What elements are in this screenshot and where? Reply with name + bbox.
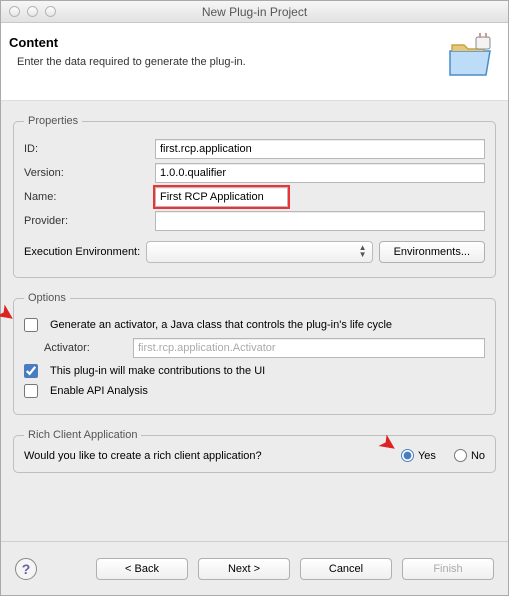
rca-yes-option[interactable]: Yes [401,449,436,462]
window-title: New Plug-in Project [1,5,508,19]
version-field[interactable] [155,163,485,183]
exec-env-select[interactable] [146,241,372,263]
properties-legend: Properties [24,115,82,127]
api-analysis-checkbox[interactable] [24,384,38,398]
name-field[interactable] [155,187,288,207]
exec-env-label: Execution Environment: [24,246,140,258]
id-field[interactable] [155,139,485,159]
rca-no-option[interactable]: No [454,449,485,462]
rca-question: Would you like to create a rich client a… [24,450,262,462]
options-legend: Options [24,292,70,304]
wizard-window: New Plug-in Project Content Enter the da… [0,0,509,596]
help-button[interactable]: ? [15,558,37,580]
properties-group: Properties ID: Version: Name: Provider: [13,115,496,278]
activator-label: Activator: [24,342,127,354]
id-label: ID: [24,143,149,155]
rca-no-label: No [471,450,485,462]
rca-yes-radio[interactable] [401,449,414,462]
name-label: Name: [24,191,149,203]
rca-group: Rich Client Application Would you like t… [13,429,496,473]
page-subtitle: Enter the data required to generate the … [17,56,246,68]
ui-contrib-label: This plug-in will make contributions to … [50,365,265,377]
rca-legend: Rich Client Application [24,429,141,441]
provider-field[interactable] [155,211,485,231]
ui-contrib-checkbox[interactable] [24,364,38,378]
back-button[interactable]: < Back [96,558,188,580]
next-button[interactable]: Next > [198,558,290,580]
wizard-footer: ? < Back Next > Cancel Finish [1,541,508,595]
cancel-button[interactable]: Cancel [300,558,392,580]
options-group: Options Generate an activator, a Java cl… [13,292,496,415]
activator-field [133,338,485,358]
generate-activator-label: Generate an activator, a Java class that… [50,319,392,331]
plugin-folder-icon [446,33,494,84]
rca-no-radio[interactable] [454,449,467,462]
finish-button: Finish [402,558,494,580]
wizard-body: Properties ID: Version: Name: Provider: [1,101,508,541]
rca-yes-label: Yes [418,450,436,462]
titlebar: New Plug-in Project [1,1,508,23]
environments-button[interactable]: Environments... [379,241,485,263]
wizard-header: Content Enter the data required to gener… [1,23,508,101]
version-label: Version: [24,167,149,179]
provider-label: Provider: [24,215,149,227]
page-title: Content [9,35,246,50]
generate-activator-checkbox[interactable] [24,318,38,332]
api-analysis-label: Enable API Analysis [50,385,148,397]
